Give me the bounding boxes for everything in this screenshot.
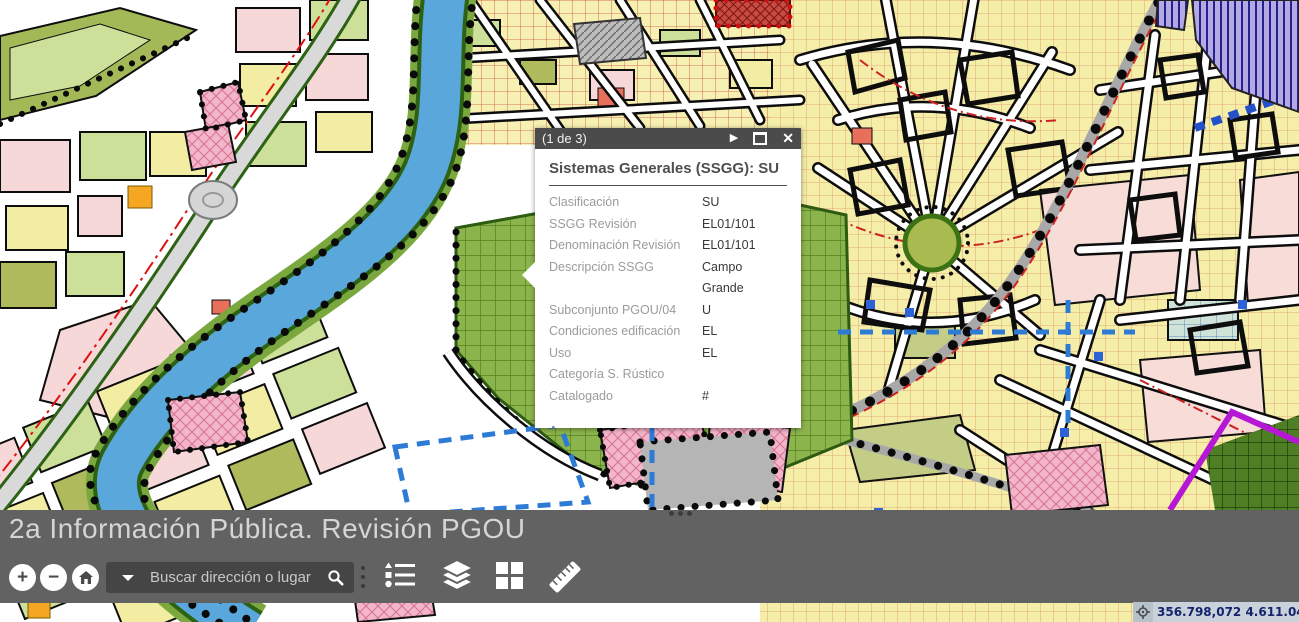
coordinate-widget: 356.798,072 4.611.041,54 <box>1133 602 1299 622</box>
zoom-out-button[interactable]: − <box>40 564 67 591</box>
popup-callout-arrow <box>522 262 535 288</box>
search-input[interactable] <box>148 568 317 587</box>
attribution-handle-icon[interactable] <box>669 511 692 516</box>
popup-title: Sistemas Generales (SSGG): SU <box>549 149 787 177</box>
attribute-row: SSGG Revisión EL01/101 <box>549 214 787 236</box>
next-feature-icon[interactable]: ▶ <box>730 128 738 149</box>
basemap-gallery-button[interactable] <box>496 562 523 589</box>
measure-button[interactable] <box>546 558 584 596</box>
zoom-in-button[interactable]: + <box>9 564 36 591</box>
overflow-menu-icon[interactable] <box>361 566 365 588</box>
home-button[interactable] <box>72 564 99 591</box>
maximize-icon[interactable] <box>753 132 767 145</box>
attribute-row: Categoría S. Rústico <box>549 364 787 386</box>
feature-popup: (1 de 3) ▶ ✕ Sistemas Generales (SSGG): … <box>535 128 801 428</box>
layers-button[interactable] <box>440 558 474 592</box>
popup-header: (1 de 3) ▶ ✕ <box>535 128 801 149</box>
basemap-gallery-icon <box>496 562 523 589</box>
plaza-circular <box>905 216 959 270</box>
plaza-gray <box>640 432 778 510</box>
crosshair-icon[interactable] <box>1133 602 1153 622</box>
dropdown-caret-icon[interactable] <box>122 575 134 581</box>
search-icon[interactable] <box>327 569 344 586</box>
attribute-row: Descripción SSGG Campo Grande <box>549 257 787 300</box>
home-icon <box>79 571 93 584</box>
attribute-row: Clasificación SU <box>549 192 787 214</box>
close-icon[interactable]: ✕ <box>782 128 794 149</box>
popup-pager: (1 de 3) <box>542 131 587 146</box>
attribute-row: Denominación Revisión EL01/101 <box>549 235 787 257</box>
search-bar <box>106 562 354 593</box>
layers-icon <box>440 558 474 592</box>
attribute-row: Uso EL <box>549 343 787 365</box>
measure-ruler-icon <box>546 558 584 596</box>
coordinate-readout: 356.798,072 4.611.041,54 <box>1153 605 1299 619</box>
attribute-row: Condiciones edificación EL <box>549 321 787 343</box>
app-title: 2a Información Pública. Revisión PGOU <box>9 513 526 545</box>
legend-icon <box>385 562 415 588</box>
popup-divider <box>549 185 787 186</box>
legend-button[interactable] <box>385 562 415 588</box>
attribute-row: Subconjunto PGOU/04 U <box>549 300 787 322</box>
attribute-row: Catalogado # <box>549 386 787 408</box>
salmon-parcel <box>852 128 872 144</box>
zoom-to-link[interactable]: Acercar a <box>549 423 605 428</box>
popup-body: Sistemas Generales (SSGG): SU Clasificac… <box>535 149 801 428</box>
